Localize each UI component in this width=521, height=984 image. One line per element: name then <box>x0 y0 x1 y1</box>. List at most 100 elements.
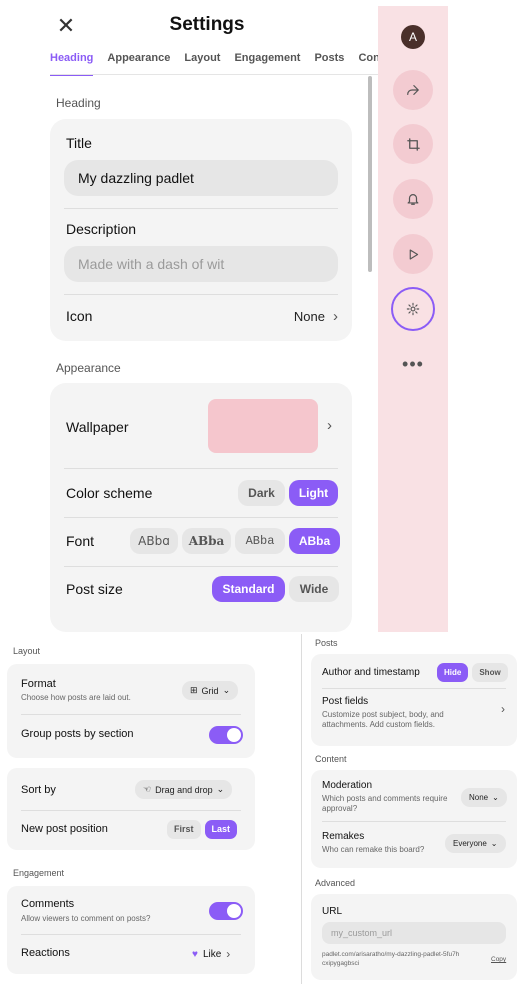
format-dropdown[interactable]: ⊞ Grid ⌄ <box>182 681 239 700</box>
moderation-label: Moderation <box>322 780 373 791</box>
format-label: Format <box>21 678 56 690</box>
reactions-value: Like <box>202 948 222 960</box>
side-rail: A ••• <box>378 6 448 632</box>
divider <box>322 821 506 822</box>
new-post-position-toggle: First Last <box>167 820 238 839</box>
color-scheme-toggle: Dark Light <box>238 480 338 506</box>
description-label: Description <box>66 221 137 237</box>
post-size-standard[interactable]: Standard <box>212 576 285 602</box>
author-hide[interactable]: Hide <box>437 663 469 682</box>
sort-label: Sort by <box>21 784 56 796</box>
chevron-right-icon[interactable]: › <box>501 702 505 716</box>
advanced-card: URL my_custom_url padlet.com/arisaratho/… <box>311 894 517 980</box>
layout-section-label: Layout <box>13 646 41 656</box>
slideshow-button[interactable] <box>393 234 433 274</box>
url-full: padlet.com/arisaratho/my-dazzling-padlet… <box>322 951 460 958</box>
chevron-down-icon: ⌄ <box>490 839 498 848</box>
title-input[interactable]: My dazzling padlet <box>64 160 338 196</box>
remakes-label: Remakes <box>322 831 365 842</box>
remakes-dropdown[interactable]: Everyone ⌄ <box>445 834 506 853</box>
post-fields-sub: attachments. Add custom fields. <box>322 720 435 729</box>
settings-tabs: Heading Appearance Layout Engagement Pos… <box>50 52 378 76</box>
moderation-dropdown[interactable]: None ⌄ <box>461 788 507 807</box>
settings-panel: ✕ Settings Heading Appearance Layout Eng… <box>36 0 378 632</box>
icon-value-button[interactable]: None › <box>294 308 338 325</box>
notifications-button[interactable] <box>393 179 433 219</box>
post-size-label: Post size <box>66 581 123 597</box>
tab-posts[interactable]: Posts <box>314 52 344 76</box>
scrollbar[interactable] <box>368 76 372 272</box>
tab-appearance[interactable]: Appearance <box>107 52 170 76</box>
vertical-divider <box>301 634 302 984</box>
moderation-value: None <box>469 793 489 802</box>
heart-icon: ♥ <box>192 948 198 960</box>
posts-content-panel: Posts Author and timestamp Hide Show Pos… <box>305 634 521 984</box>
posts-card: Author and timestamp Hide Show Post fiel… <box>311 654 517 746</box>
new-post-first[interactable]: First <box>167 820 201 839</box>
remake-button[interactable] <box>393 124 433 164</box>
wallpaper-swatch[interactable] <box>208 399 318 453</box>
layout-card: Format Choose how posts are laid out. ⊞ … <box>7 664 255 758</box>
icon-label: Icon <box>66 308 93 324</box>
divider <box>64 566 338 567</box>
tab-engagement[interactable]: Engagement <box>234 52 300 76</box>
color-scheme-light[interactable]: Light <box>289 480 338 506</box>
play-icon <box>409 248 418 260</box>
wallpaper-label: Wallpaper <box>66 419 129 435</box>
layout-engagement-panel: Layout Format Choose how posts are laid … <box>0 634 262 984</box>
author-label: Author and timestamp <box>322 667 420 678</box>
moderation-sub: Which posts and comments require <box>322 794 448 803</box>
divider <box>64 208 338 209</box>
post-size-toggle: Standard Wide <box>212 576 339 602</box>
hand-icon: ☜ <box>143 784 152 794</box>
format-sub: Choose how posts are laid out. <box>21 693 131 702</box>
heading-card: Title My dazzling padlet Description Mad… <box>50 119 352 341</box>
copy-link[interactable]: Copy <box>491 956 506 963</box>
description-input[interactable]: Made with a dash of wit <box>64 246 338 282</box>
divider <box>64 517 338 518</box>
chevron-down-icon: ⌄ <box>492 793 499 802</box>
content-section-label: Content <box>315 754 347 764</box>
author-show[interactable]: Show <box>472 663 508 682</box>
divider <box>322 688 506 689</box>
divider <box>64 294 338 295</box>
color-scheme-dark[interactable]: Dark <box>238 480 285 506</box>
color-scheme-label: Color scheme <box>66 485 153 501</box>
chevron-right-icon: › <box>333 308 338 325</box>
chevron-right-icon[interactable]: › <box>327 417 332 434</box>
sort-dropdown[interactable]: ☜ Drag and drop ⌄ <box>135 780 233 799</box>
grid-icon: ⊞ <box>190 685 198 695</box>
font-options: ABbɑ ABba ABba ABba <box>130 528 340 554</box>
share-button[interactable] <box>393 70 433 110</box>
more-icon[interactable]: ••• <box>393 354 433 375</box>
tab-heading[interactable]: Heading <box>50 52 94 76</box>
font-option-mono[interactable]: ABba <box>235 528 285 554</box>
url-input[interactable]: my_custom_url <box>322 922 506 944</box>
font-option-sans[interactable]: ABbɑ <box>130 528 178 554</box>
tabs-divider <box>50 74 378 75</box>
divider <box>21 934 241 935</box>
top-screenshot: ✕ Settings Heading Appearance Layout Eng… <box>0 0 521 632</box>
group-posts-toggle[interactable] <box>209 726 243 744</box>
reactions-button[interactable]: ♥ Like › <box>192 947 230 961</box>
tab-layout[interactable]: Layout <box>184 52 220 76</box>
appearance-section-label: Appearance <box>56 361 121 375</box>
tab-content[interactable]: Cont <box>358 52 378 76</box>
divider <box>64 468 338 469</box>
divider <box>21 810 241 811</box>
comments-toggle[interactable] <box>209 902 243 920</box>
title-label: Title <box>66 135 92 151</box>
avatar[interactable]: A <box>401 25 425 49</box>
chevron-down-icon: ⌄ <box>216 784 225 794</box>
post-fields-label: Post fields <box>322 696 369 707</box>
gear-icon <box>406 302 420 316</box>
advanced-section-label: Advanced <box>315 878 356 888</box>
new-post-last[interactable]: Last <box>204 820 238 839</box>
settings-button[interactable] <box>391 287 435 331</box>
post-size-wide[interactable]: Wide <box>289 576 339 602</box>
bell-icon <box>407 194 419 205</box>
font-option-default[interactable]: ABba <box>289 528 340 554</box>
font-option-serif[interactable]: ABba <box>182 528 231 554</box>
moderation-sub: approval? <box>322 804 358 813</box>
remakes-value: Everyone <box>453 839 487 848</box>
